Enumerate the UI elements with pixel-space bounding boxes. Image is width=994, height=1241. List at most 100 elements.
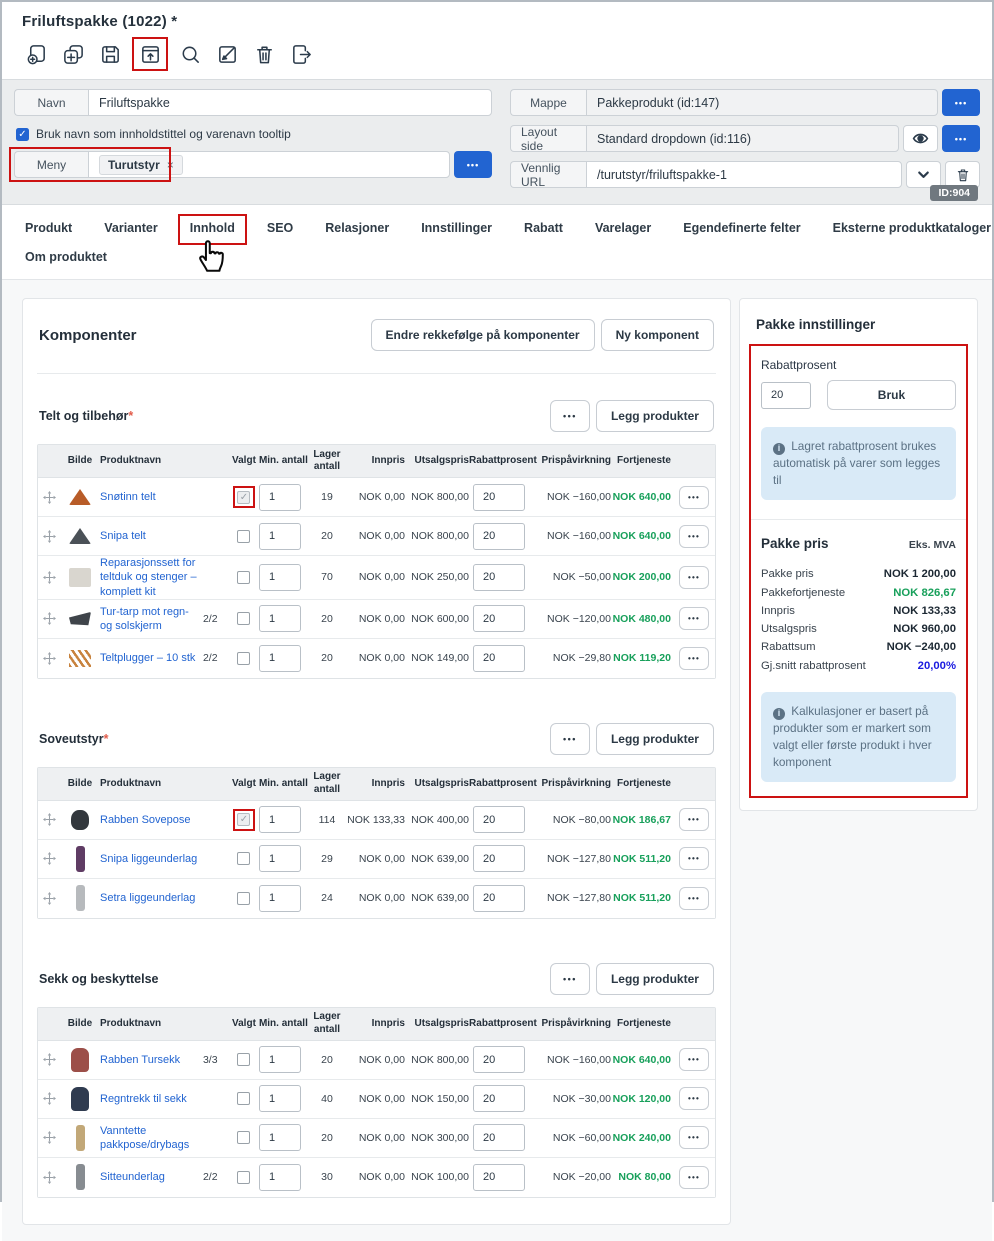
product-name-link[interactable]: Regntrekk til sekk (100, 1092, 187, 1106)
valgt-checkbox[interactable] (237, 1131, 250, 1144)
product-name-link[interactable]: Teltplugger – 10 stk (100, 651, 195, 665)
min-antall-input[interactable] (259, 605, 301, 632)
bruk-button[interactable]: Bruk (827, 380, 956, 410)
tab-produkt[interactable]: Produkt (24, 221, 73, 250)
drag-handle-icon[interactable] (38, 652, 60, 665)
rabattprosent-input[interactable] (473, 605, 525, 632)
min-antall-input[interactable] (259, 1085, 301, 1112)
rabattprosent-input[interactable] (473, 1164, 525, 1191)
product-name-link[interactable]: Snipa telt (100, 529, 146, 543)
rabattprosent-input[interactable] (473, 1085, 525, 1112)
product-name-link[interactable]: Snøtinn telt (100, 490, 156, 504)
reorder-components-button[interactable]: Endre rekkefølge på komponenter (371, 319, 595, 351)
publish-icon[interactable] (136, 40, 164, 68)
legg-produkter-button[interactable]: Legg produkter (596, 400, 714, 432)
rabattprosent-input[interactable] (761, 382, 811, 409)
save-icon[interactable] (96, 40, 124, 68)
use-name-checkbox[interactable]: ✓ (16, 128, 29, 141)
component-menu-button[interactable]: ••• (550, 400, 590, 432)
drag-handle-icon[interactable] (38, 892, 60, 905)
min-antall-input[interactable] (259, 1164, 301, 1191)
valgt-checkbox[interactable] (237, 892, 250, 905)
row-menu-button[interactable]: ••• (679, 1126, 709, 1149)
rabattprosent-input[interactable] (473, 806, 525, 833)
meny-input[interactable]: Turutstyr× (88, 151, 450, 178)
min-antall-input[interactable] (259, 523, 301, 550)
min-antall-input[interactable] (259, 564, 301, 591)
rabattprosent-input[interactable] (473, 564, 525, 591)
product-name-link[interactable]: Reparasjonssett for teltduk og stenger –… (100, 556, 200, 599)
valgt-checkbox[interactable] (237, 813, 250, 826)
min-antall-input[interactable] (259, 885, 301, 912)
vennlig-url-input[interactable] (586, 161, 902, 188)
row-menu-button[interactable]: ••• (679, 607, 709, 630)
tab-relasjoner[interactable]: Relasjoner (324, 221, 390, 250)
remove-tag-icon[interactable]: × (167, 158, 174, 172)
tab-innhold[interactable]: Innhold (189, 221, 236, 250)
url-delete-button[interactable] (945, 161, 980, 188)
valgt-checkbox[interactable] (237, 1053, 250, 1066)
legg-produkter-button[interactable]: Legg produkter (596, 963, 714, 995)
row-menu-button[interactable]: ••• (679, 1166, 709, 1189)
row-menu-button[interactable]: ••• (679, 1048, 709, 1071)
drag-handle-icon[interactable] (38, 1053, 60, 1066)
product-name-link[interactable]: Setra liggeunderlag (100, 891, 195, 905)
drag-handle-icon[interactable] (38, 612, 60, 625)
meny-more-button[interactable]: ••• (454, 151, 492, 178)
drag-handle-icon[interactable] (38, 571, 60, 584)
mappe-more-button[interactable]: ••• (942, 89, 980, 116)
min-antall-input[interactable] (259, 845, 301, 872)
valgt-checkbox[interactable] (237, 612, 250, 625)
unpublish-icon[interactable] (213, 40, 241, 68)
new-product-icon[interactable] (22, 40, 50, 68)
rabattprosent-input[interactable] (473, 1046, 525, 1073)
valgt-checkbox[interactable] (237, 571, 250, 584)
rabattprosent-input[interactable] (473, 845, 525, 872)
row-menu-button[interactable]: ••• (679, 1087, 709, 1110)
tab-seo[interactable]: SEO (266, 221, 294, 250)
rabattprosent-input[interactable] (473, 484, 525, 511)
valgt-checkbox[interactable] (237, 852, 250, 865)
min-antall-input[interactable] (259, 1124, 301, 1151)
product-name-link[interactable]: Rabben Sovepose (100, 813, 191, 827)
copy-product-icon[interactable] (59, 40, 87, 68)
preview-icon[interactable] (176, 40, 204, 68)
rabattprosent-input[interactable] (473, 885, 525, 912)
rabattprosent-input[interactable] (473, 523, 525, 550)
product-name-link[interactable]: Vanntette pakkpose/drybags (100, 1124, 200, 1153)
drag-handle-icon[interactable] (38, 1171, 60, 1184)
product-name-link[interactable]: Tur-tarp mot regn- og solskjerm (100, 605, 200, 634)
delete-icon[interactable] (250, 40, 278, 68)
min-antall-input[interactable] (259, 1046, 301, 1073)
min-antall-input[interactable] (259, 806, 301, 833)
tab-eksterne-produktkataloger[interactable]: Eksterne produktkataloger (832, 221, 992, 250)
drag-handle-icon[interactable] (38, 1131, 60, 1144)
product-name-link[interactable]: Sitteunderlag (100, 1170, 165, 1184)
drag-handle-icon[interactable] (38, 491, 60, 504)
row-menu-button[interactable]: ••• (679, 847, 709, 870)
preview-layout-button[interactable] (903, 125, 938, 152)
drag-handle-icon[interactable] (38, 530, 60, 543)
row-menu-button[interactable]: ••• (679, 525, 709, 548)
url-expand-button[interactable] (906, 161, 941, 188)
rabattprosent-input[interactable] (473, 1124, 525, 1151)
product-name-link[interactable]: Rabben Tursekk (100, 1053, 180, 1067)
valgt-checkbox[interactable] (237, 491, 250, 504)
min-antall-input[interactable] (259, 645, 301, 672)
tab-egendefinerte-felter[interactable]: Egendefinerte felter (682, 221, 801, 250)
row-menu-button[interactable]: ••• (679, 887, 709, 910)
tab-rabatt[interactable]: Rabatt (523, 221, 564, 250)
tab-om-produktet[interactable]: Om produktet (24, 250, 108, 279)
min-antall-input[interactable] (259, 484, 301, 511)
valgt-checkbox[interactable] (237, 652, 250, 665)
new-component-button[interactable]: Ny komponent (601, 319, 714, 351)
layout-side-more-button[interactable]: ••• (942, 125, 980, 152)
drag-handle-icon[interactable] (38, 1092, 60, 1105)
tab-innstillinger[interactable]: Innstillinger (420, 221, 493, 250)
component-menu-button[interactable]: ••• (550, 723, 590, 755)
row-menu-button[interactable]: ••• (679, 486, 709, 509)
row-menu-button[interactable]: ••• (679, 566, 709, 589)
drag-handle-icon[interactable] (38, 813, 60, 826)
tab-varelager[interactable]: Varelager (594, 221, 652, 250)
valgt-checkbox[interactable] (237, 1092, 250, 1105)
